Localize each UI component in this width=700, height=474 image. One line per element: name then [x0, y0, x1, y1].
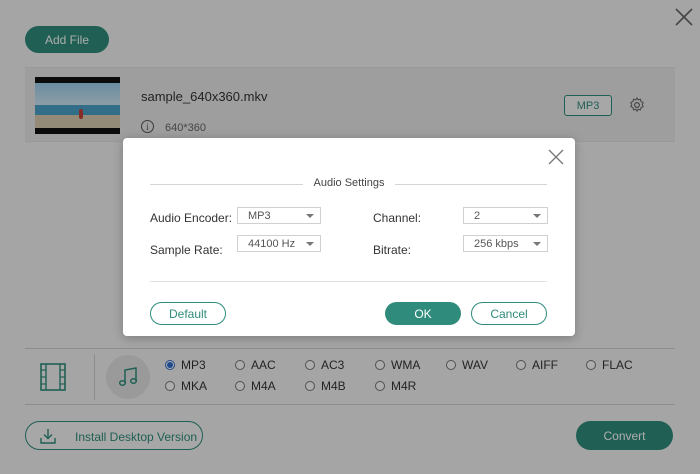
divider — [150, 184, 303, 185]
audio-encoder-select[interactable]: MP3 — [237, 207, 321, 224]
cancel-button[interactable]: Cancel — [471, 302, 547, 325]
sample-rate-label: Sample Rate: — [150, 243, 223, 257]
audio-settings-dialog: Audio Settings Audio Encoder: MP3 Channe… — [123, 138, 575, 336]
audio-encoder-label: Audio Encoder: — [150, 211, 233, 225]
channel-select[interactable]: 2 — [463, 207, 548, 224]
dialog-title: Audio Settings — [313, 177, 385, 189]
close-icon[interactable] — [548, 149, 564, 165]
bitrate-select[interactable]: 256 kbps — [463, 235, 548, 252]
bitrate-label: Bitrate: — [373, 243, 412, 257]
chevron-down-icon — [306, 242, 314, 246]
chevron-down-icon — [533, 242, 541, 246]
ok-button[interactable]: OK — [385, 302, 461, 325]
default-button[interactable]: Default — [150, 302, 226, 325]
sample-rate-select[interactable]: 44100 Hz — [237, 235, 321, 252]
divider — [150, 281, 547, 282]
chevron-down-icon — [533, 214, 541, 218]
divider — [395, 184, 547, 185]
channel-label: Channel: — [373, 211, 422, 225]
chevron-down-icon — [306, 214, 314, 218]
